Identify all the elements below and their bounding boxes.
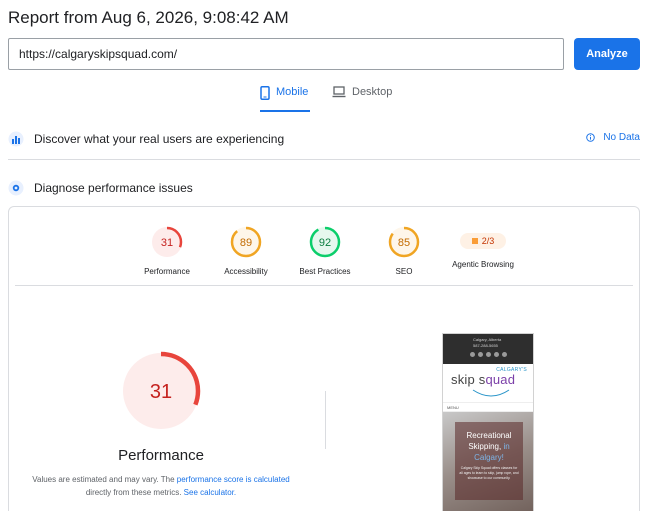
url-input[interactable] <box>8 38 564 70</box>
agentic-browsing[interactable]: 2/3 Agentic Browsing <box>438 225 528 269</box>
no-data-status: No Data <box>586 132 640 143</box>
tab-desktop-label: Desktop <box>352 86 393 98</box>
preview-menu: MENU <box>443 402 533 412</box>
preview-hero-title: Recreational Skipping, in Calgary! <box>455 430 523 463</box>
tab-mobile[interactable]: Mobile <box>260 86 310 112</box>
diagnose-title: Diagnose performance issues <box>34 181 193 195</box>
field-data-section[interactable]: Discover what your real users are experi… <box>8 128 640 150</box>
section-divider <box>8 159 640 160</box>
gauge-performance-label: Performance <box>144 267 190 276</box>
agentic-square-icon <box>471 238 478 244</box>
gauge-seo[interactable]: 85 SEO <box>359 225 449 276</box>
preview-logo-main: skip squad <box>451 372 515 387</box>
gauge-seo-label: SEO <box>395 267 413 276</box>
diagnose-section: Diagnose performance issues <box>8 177 640 199</box>
gauge-seo-ring: 85 <box>388 226 420 258</box>
preview-hero-text: Calgary Skip Squad offers classes for al… <box>459 466 519 480</box>
preview-topbar: Calgary, Alberta 587-288-5655 <box>443 334 533 364</box>
info-icon <box>586 133 596 142</box>
main-gauge-label: Performance <box>118 447 204 464</box>
gauge-best-practices-ring: 92 <box>309 226 341 258</box>
field-data-title: Discover what your real users are experi… <box>34 132 285 146</box>
gauge-seo-score: 85 <box>398 237 410 249</box>
preview-logo-main-1: skip s <box>451 372 486 387</box>
preview-hero-accent-2: Calgary! <box>474 453 504 462</box>
gauge-accessibility-score: 89 <box>240 237 252 249</box>
preview-social-icons <box>443 352 533 357</box>
preview-logo: CALGARY'S skip squad <box>443 364 533 402</box>
agentic-badge: 2/3 <box>460 233 506 249</box>
card-divider <box>15 285 633 286</box>
gauge-accessibility[interactable]: 89 Accessibility <box>201 225 291 276</box>
gauge-accessibility-ring: 89 <box>230 226 262 258</box>
main-performance-gauge: 31 <box>121 351 201 431</box>
device-tabs: Mobile Desktop <box>0 86 650 112</box>
report-title: Report from Aug 6, 2026, 9:08:42 AM <box>8 8 289 27</box>
agentic-label: Agentic Browsing <box>452 260 514 269</box>
main-gauge-score: 31 <box>150 381 172 403</box>
gauge-best-practices-score: 92 <box>319 237 331 249</box>
preview-phone: 587-288-5655 <box>473 343 498 348</box>
performance-score-link[interactable]: performance score is calculated <box>177 475 290 484</box>
no-data-label: No Data <box>603 132 640 143</box>
tab-desktop[interactable]: Desktop <box>332 86 394 112</box>
users-chart-icon <box>8 131 24 147</box>
see-calculator-link[interactable]: See calculator. <box>184 488 236 497</box>
gauge-best-practices[interactable]: 92 Best Practices <box>280 225 370 276</box>
gauge-performance-score: 31 <box>161 237 173 249</box>
lab-flask-icon <box>8 180 24 196</box>
analyze-button[interactable]: Analyze <box>574 38 640 70</box>
preview-hero-accent-1: in <box>503 442 510 451</box>
preview-hero-title-2: Skipping, <box>468 442 504 451</box>
tab-mobile-label: Mobile <box>276 86 309 98</box>
footnote-prefix: Values are estimated and may vary. The <box>32 475 177 484</box>
preview-hero-title-1: Recreational <box>466 431 512 440</box>
footnote-mid: directly from these metrics. <box>85 488 184 497</box>
preview-hero: Recreational Skipping, in Calgary! Calgary… <box>443 412 533 511</box>
lab-results-card: 31 Performance 89 Accessibility 92 Best … <box>8 206 640 511</box>
agentic-value: 2/3 <box>481 236 495 246</box>
gauge-performance[interactable]: 31 Performance <box>122 225 212 276</box>
smartphone-icon <box>260 86 270 100</box>
score-footnote: Values are estimated and may vary. The p… <box>29 473 293 499</box>
preview-logo-arc <box>472 389 510 397</box>
gauge-performance-ring: 31 <box>151 226 183 258</box>
preview-logo-main-accent: quad <box>485 372 516 387</box>
gauge-best-practices-label: Best Practices <box>299 267 351 276</box>
laptop-icon <box>332 86 346 98</box>
vertical-separator <box>325 391 326 449</box>
gauge-accessibility-label: Accessibility <box>224 267 268 276</box>
page-screenshot-preview: Calgary, Alberta 587-288-5655 CALGARY'S … <box>442 333 534 511</box>
